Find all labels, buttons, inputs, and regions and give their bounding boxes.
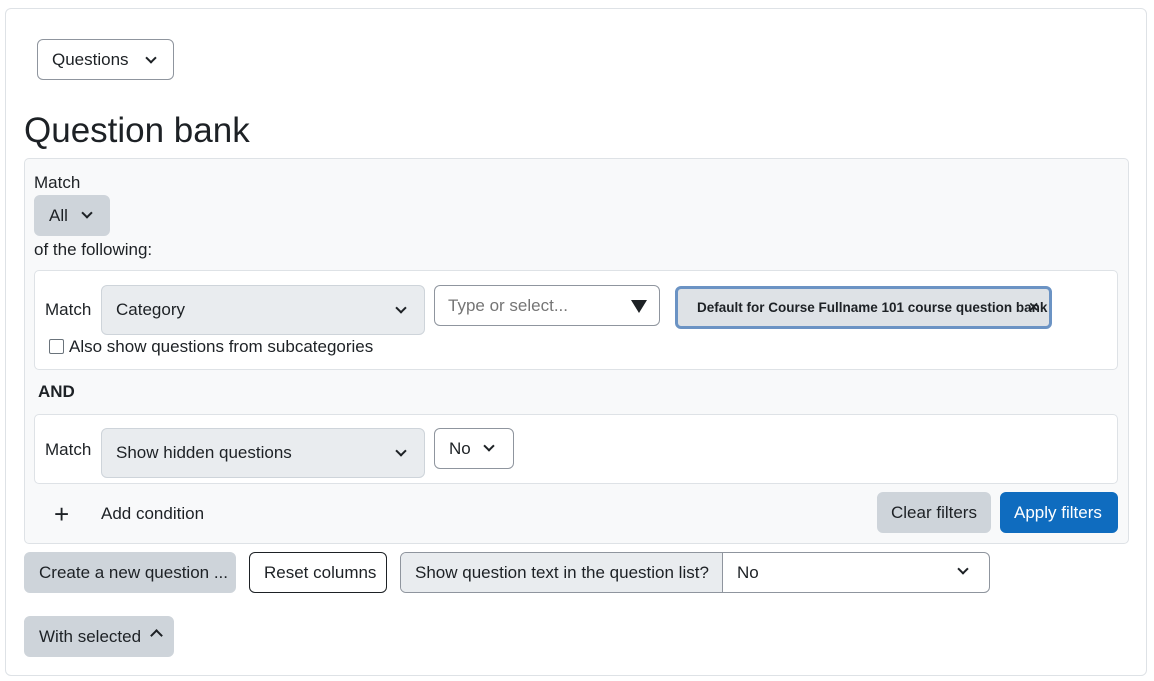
questions-nav-dropdown[interactable]: Questions: [37, 39, 174, 80]
with-selected-label: With selected: [39, 626, 142, 646]
apply-filters-button[interactable]: Apply filters: [1000, 492, 1118, 533]
category-search-input[interactable]: [434, 285, 660, 326]
condition-type-select[interactable]: Category: [101, 285, 425, 335]
condition-hidden: Match Show hidden questions No: [34, 414, 1118, 484]
chevron-down-icon: [395, 445, 407, 457]
match-mode-dropdown[interactable]: All: [34, 195, 110, 236]
chevron-down-icon: [483, 440, 495, 452]
subcategories-checkbox[interactable]: [49, 339, 64, 354]
condition-match-label: Match: [45, 300, 92, 319]
close-icon[interactable]: ×: [1029, 299, 1038, 317]
clear-filters-button[interactable]: Clear filters: [877, 492, 991, 533]
chevron-down-icon: [145, 52, 157, 64]
chevron-down-icon: [957, 563, 969, 575]
question-bank-panel: Questions Question bank Match All of the…: [5, 8, 1147, 676]
chevron-down-icon: [81, 207, 93, 219]
match-label: Match: [34, 173, 81, 192]
chevron-up-icon: [150, 629, 163, 642]
condition-type-value: Category: [116, 300, 185, 319]
show-question-text-group: Show question text in the question list?…: [400, 552, 990, 593]
selected-category-label: Default for Course Fullname 101 course q…: [697, 300, 1048, 315]
condition-type-select[interactable]: Show hidden questions: [101, 428, 425, 478]
chevron-down-icon: [395, 302, 407, 314]
selected-category-tag[interactable]: Default for Course Fullname 101 course q…: [675, 286, 1052, 329]
page-title: Question bank: [24, 111, 250, 150]
match-mode-value: All: [49, 205, 68, 225]
add-condition-button[interactable]: Add condition: [101, 504, 204, 524]
create-question-button[interactable]: Create a new question ...: [24, 552, 236, 593]
of-following-label: of the following:: [34, 240, 153, 259]
show-question-text-value: No: [737, 562, 759, 582]
condition-type-value: Show hidden questions: [116, 443, 292, 462]
hidden-value-dropdown[interactable]: No: [434, 428, 514, 469]
show-question-text-select[interactable]: No: [723, 553, 989, 592]
filter-panel: Match All of the following: Match Catego…: [24, 158, 1129, 544]
condition-category: Match Category Default for Course Fullna…: [34, 270, 1118, 370]
dropdown-triangle-icon[interactable]: [631, 300, 647, 313]
with-selected-button[interactable]: With selected: [24, 616, 174, 657]
plus-icon[interactable]: +: [54, 501, 69, 527]
condition-match-label: Match: [45, 440, 92, 459]
hidden-value: No: [449, 438, 471, 458]
show-question-text-label: Show question text in the question list?: [401, 553, 723, 592]
reset-columns-button[interactable]: Reset columns: [249, 552, 387, 593]
and-joiner: AND: [38, 382, 75, 401]
questions-nav-label: Questions: [52, 49, 129, 69]
subcategories-label: Also show questions from subcategories: [69, 337, 374, 356]
